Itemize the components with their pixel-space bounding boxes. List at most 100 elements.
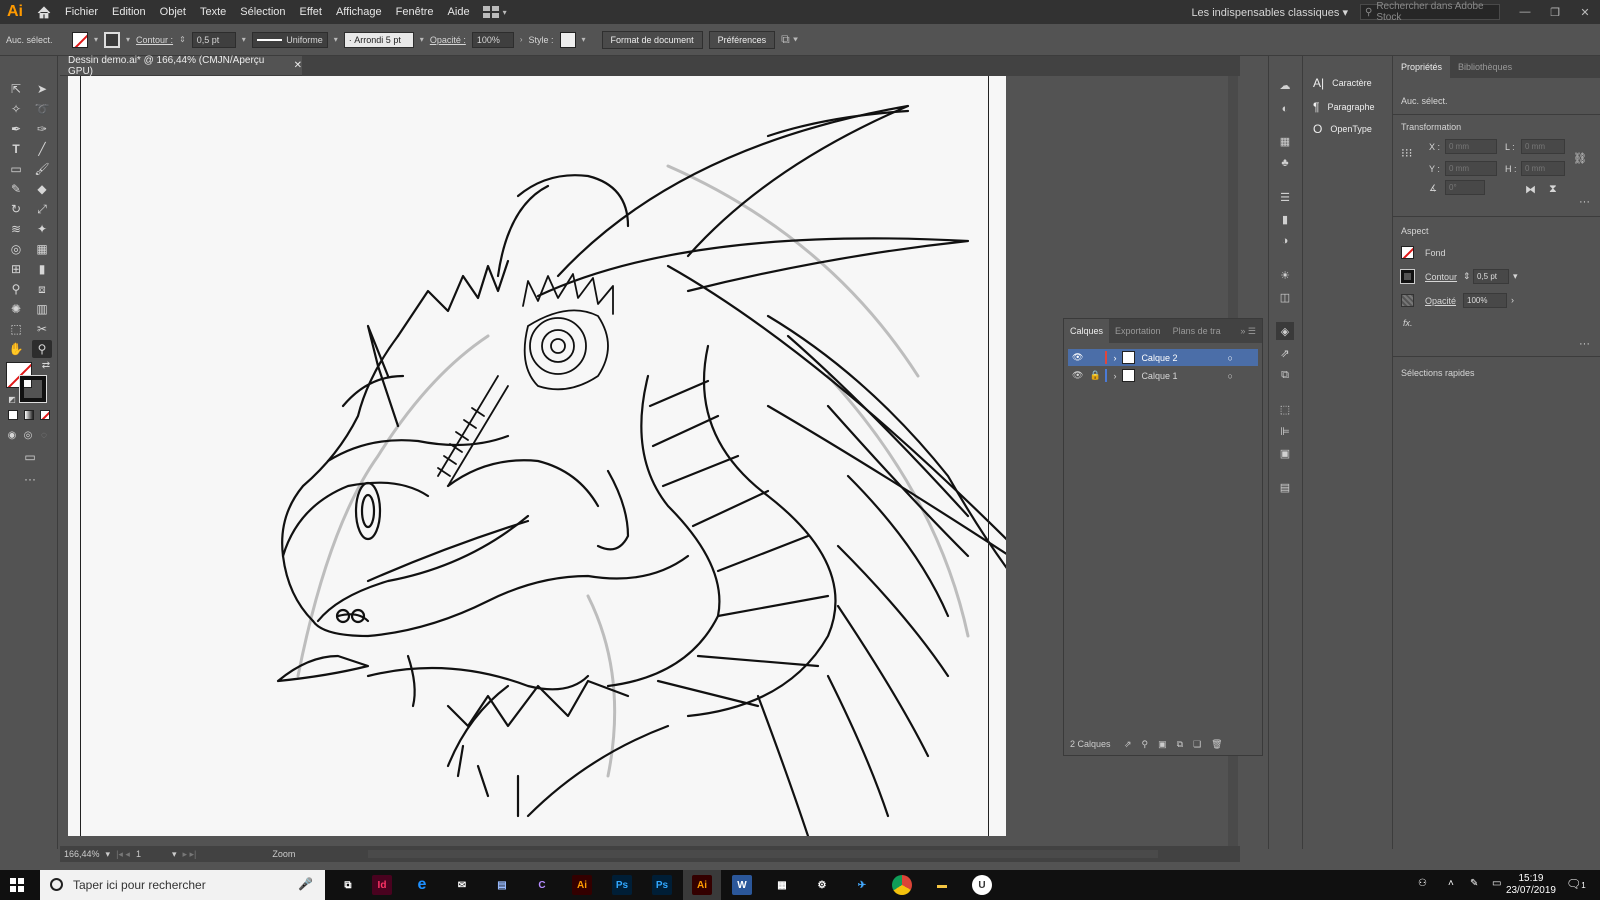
- curvature-tool-icon[interactable]: ✑: [32, 120, 52, 138]
- menu-texte[interactable]: Texte: [193, 6, 233, 18]
- target-circle-icon[interactable]: ○: [1227, 353, 1232, 363]
- stroke-panel-icon[interactable]: ☰: [1276, 188, 1294, 206]
- fx-button[interactable]: fx.: [1403, 318, 1413, 328]
- more-options-icon[interactable]: ···: [1579, 338, 1590, 350]
- paintbrush-tool-icon[interactable]: 🖌: [32, 160, 52, 178]
- chevron-down-icon[interactable]: ▾: [106, 849, 111, 860]
- paragraph-panel-button[interactable]: ¶ Paragraphe: [1313, 100, 1375, 114]
- chevron-right-icon[interactable]: ›: [1511, 295, 1514, 305]
- draw-inside-icon[interactable]: ◌: [34, 426, 54, 444]
- document-tab[interactable]: Dessin demo.ai* @ 166,44% (CMJN/Aperçu G…: [60, 55, 302, 77]
- opacity-label[interactable]: Opacité: [1425, 296, 1456, 306]
- graphic-styles-icon[interactable]: ◫: [1276, 288, 1294, 306]
- brush-select[interactable]: · Arrondi 5 pt: [343, 31, 414, 48]
- delete-layer-icon[interactable]: 🗑: [1211, 739, 1222, 750]
- eraser-tool-icon[interactable]: ◆: [32, 180, 52, 198]
- mesh-tool-icon[interactable]: ⊞: [6, 260, 26, 278]
- network-icon[interactable]: ▭: [1492, 878, 1501, 889]
- libraries-icon[interactable]: ☁: [1276, 76, 1294, 94]
- blend-tool-icon[interactable]: ⧈: [32, 280, 52, 298]
- fill-swatch[interactable]: [1401, 246, 1414, 259]
- link-proportions-icon[interactable]: ⛓: [1573, 152, 1587, 165]
- stroke-swatch[interactable]: [104, 31, 121, 48]
- expand-arrow-icon[interactable]: ›: [1113, 353, 1116, 363]
- clock[interactable]: 15:19 23/07/2019: [1506, 873, 1556, 897]
- microphone-icon[interactable]: 🎤: [298, 877, 313, 891]
- menu-objet[interactable]: Objet: [153, 6, 193, 18]
- new-sublayer-icon[interactable]: ⧉: [1177, 739, 1183, 750]
- tab-calques[interactable]: Calques: [1064, 319, 1110, 343]
- windows-start-icon[interactable]: [10, 878, 24, 892]
- chrome-browser-icon[interactable]: [892, 875, 912, 895]
- chevron-down-icon[interactable]: ▾: [334, 35, 338, 44]
- color-guide-icon[interactable]: ◐: [1276, 100, 1294, 118]
- menu-edition[interactable]: Edition: [105, 6, 153, 18]
- color-mode-button[interactable]: [8, 410, 18, 420]
- chevron-up-icon[interactable]: ˄: [1448, 878, 1454, 889]
- stepper-icon[interactable]: ⇕: [1463, 271, 1471, 282]
- slice-tool-icon[interactable]: ✂: [32, 320, 52, 338]
- layer-row[interactable]: 👁 🔒 › Calque 1 ○: [1068, 367, 1258, 384]
- fill-swatch[interactable]: [72, 31, 88, 48]
- type-tool-icon[interactable]: T: [6, 140, 26, 158]
- stroke-profile-select[interactable]: Uniforme: [251, 31, 328, 48]
- perspective-grid-tool-icon[interactable]: ▦: [32, 240, 52, 258]
- panel-menu-icon[interactable]: » ☰: [1234, 319, 1262, 343]
- chevron-right-icon[interactable]: ›: [520, 35, 523, 44]
- angle-field[interactable]: 0°: [1445, 180, 1485, 195]
- opacity-field[interactable]: 100%: [1463, 293, 1507, 308]
- layer-row[interactable]: 👁 › Calque 2 ○: [1068, 349, 1258, 366]
- align-panel-icon[interactable]: ⊫: [1276, 422, 1294, 440]
- flip-vertical-icon[interactable]: ⧗: [1549, 183, 1557, 196]
- magic-wand-tool-icon[interactable]: ✧: [6, 100, 26, 118]
- character-panel-button[interactable]: A| Caractère: [1313, 76, 1372, 90]
- more-options-icon[interactable]: ···: [1579, 196, 1590, 208]
- zoom-level[interactable]: 166,44%: [64, 849, 100, 859]
- chevron-down-icon[interactable]: ▾: [126, 35, 130, 44]
- chevron-down-icon[interactable]: ▾: [242, 35, 246, 44]
- clipping-mask-icon[interactable]: ▣: [1158, 739, 1167, 750]
- app-icon[interactable]: ✈: [852, 875, 872, 895]
- align-icon[interactable]: ⧉ ▾: [781, 32, 798, 47]
- more-tools-icon[interactable]: ···: [20, 470, 40, 488]
- appearance-icon[interactable]: ☀: [1276, 266, 1294, 284]
- stroke-swatch[interactable]: [1400, 269, 1415, 284]
- stroke-label[interactable]: Contour: [1425, 272, 1457, 282]
- selection-tool-icon[interactable]: ⇱: [6, 80, 26, 98]
- stroke-color-swatch[interactable]: [19, 375, 47, 403]
- task-view-icon[interactable]: ⧉: [338, 875, 358, 895]
- none-mode-button[interactable]: [40, 410, 50, 420]
- screen-mode-icon[interactable]: ▭: [20, 448, 40, 466]
- edge-browser-icon[interactable]: e: [412, 875, 432, 895]
- menu-effet[interactable]: Effet: [293, 6, 329, 18]
- chevron-down-icon[interactable]: ▾: [94, 35, 98, 44]
- scale-tool-icon[interactable]: ⤢: [32, 200, 52, 218]
- chevron-down-icon[interactable]: ▾: [1513, 271, 1518, 282]
- warp-tool-icon[interactable]: ≋: [6, 220, 26, 238]
- lock-icon[interactable]: 🔒: [1089, 370, 1100, 381]
- hand-tool-icon[interactable]: ✋: [6, 340, 26, 358]
- opacity-field[interactable]: 100%: [471, 31, 514, 48]
- people-icon[interactable]: ⚇: [1418, 878, 1427, 889]
- contour-label[interactable]: Contour :: [136, 35, 173, 45]
- y-field[interactable]: 0 mm: [1445, 161, 1497, 176]
- illustrator-active-app-icon[interactable]: Ai: [692, 875, 712, 895]
- eyedropper-tool-icon[interactable]: ⚲: [6, 280, 26, 298]
- taskbar-search-input[interactable]: Taper ici pour rechercher 🎤: [40, 870, 325, 900]
- menu-selection[interactable]: Sélection: [233, 6, 292, 18]
- gradient-tool-icon[interactable]: ▮: [32, 260, 52, 278]
- calculator-app-icon[interactable]: ▦: [772, 875, 792, 895]
- tab-bibliotheques[interactable]: Bibliothèques: [1450, 56, 1520, 78]
- style-swatch[interactable]: [559, 31, 576, 48]
- gradient-mode-button[interactable]: [24, 410, 34, 420]
- workspace-switcher[interactable]: Les indispensables classiques ▾: [1191, 6, 1348, 19]
- photoshop-app-icon[interactable]: Ps: [612, 875, 632, 895]
- puppet-warp-tool-icon[interactable]: ✦: [32, 220, 52, 238]
- app-icon[interactable]: ▤: [492, 875, 512, 895]
- illustrator-app-icon[interactable]: Ai: [572, 875, 592, 895]
- swap-colors-icon[interactable]: ⇄: [36, 356, 56, 374]
- target-circle-icon[interactable]: ○: [1227, 371, 1232, 381]
- steam-app-icon[interactable]: ⚙: [812, 875, 832, 895]
- artboard-number[interactable]: 1: [136, 849, 166, 859]
- chevron-down-icon[interactable]: ▾: [582, 35, 586, 44]
